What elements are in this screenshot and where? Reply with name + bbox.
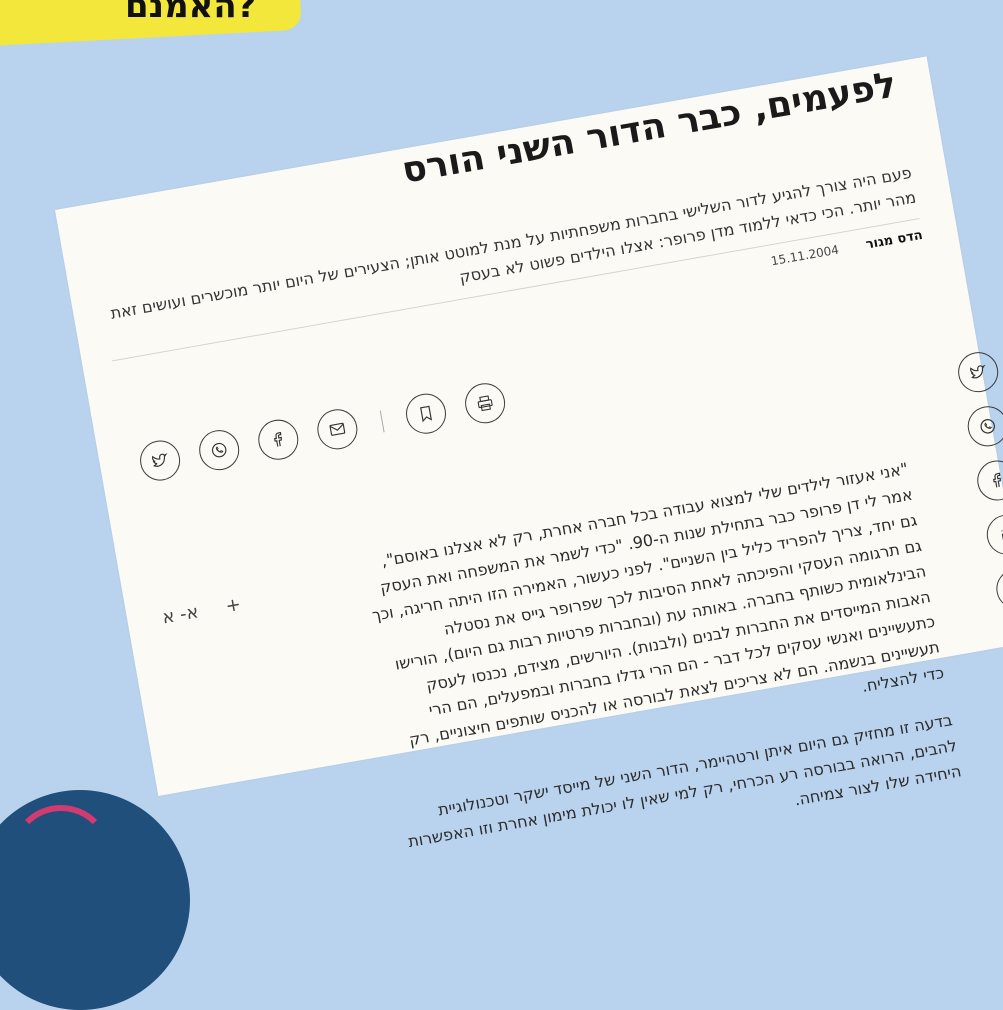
font-size-controls: א- א+ xyxy=(161,589,270,628)
banner-text: האמנם? xyxy=(125,0,257,26)
print-icon[interactable] xyxy=(461,380,509,427)
article-body: "אני אעזור לילדים שלי למצוא עבודה בכל חב… xyxy=(354,456,967,903)
font-decrease-button[interactable]: א- xyxy=(178,601,200,625)
email-icon[interactable] xyxy=(993,565,1003,612)
author-name[interactable]: הדס מגור xyxy=(865,228,924,253)
bookmark-icon[interactable] xyxy=(402,390,450,437)
email-icon[interactable] xyxy=(314,406,361,453)
linkedin-icon[interactable] xyxy=(983,511,1003,558)
separator xyxy=(379,410,385,433)
twitter-icon[interactable] xyxy=(955,348,1002,396)
twitter-icon[interactable] xyxy=(136,437,184,484)
whatsapp-icon[interactable] xyxy=(196,426,243,474)
font-increase-button[interactable]: א+ xyxy=(161,594,243,628)
side-share-bar xyxy=(955,348,1003,681)
whatsapp-icon[interactable] xyxy=(964,403,1003,450)
publish-date: 15.11.2004 xyxy=(769,242,840,269)
share-bar xyxy=(136,361,588,488)
decorative-circle xyxy=(0,790,190,1010)
facebook-icon[interactable] xyxy=(255,416,302,463)
article-card: לפעמים, כבר הדור השני הורס פעם היה צורך … xyxy=(55,56,1003,851)
facebook-icon[interactable] xyxy=(974,457,1003,504)
